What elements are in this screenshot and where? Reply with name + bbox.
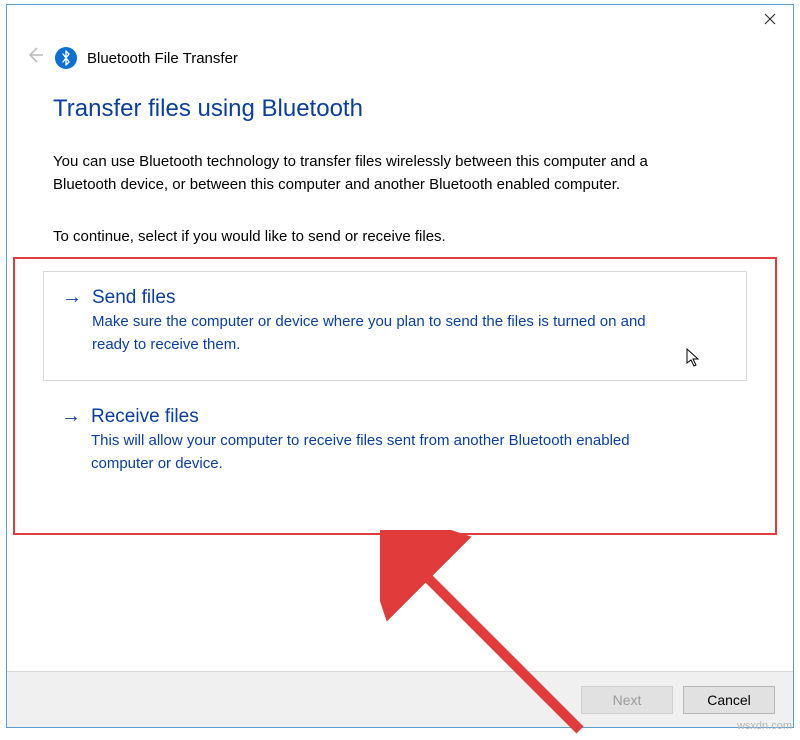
receive-files-desc: This will allow your computer to receive… <box>91 430 671 475</box>
titlebar <box>7 5 793 39</box>
footer-bar: Next Cancel <box>7 671 793 727</box>
options-highlight: → Send files Make sure the computer or d… <box>13 257 777 535</box>
bluetooth-icon <box>55 47 77 69</box>
dialog-window: Bluetooth File Transfer Transfer files u… <box>6 4 794 728</box>
back-arrow-icon <box>25 45 45 65</box>
intro-text: You can use Bluetooth technology to tran… <box>53 151 713 196</box>
cancel-button[interactable]: Cancel <box>683 686 775 714</box>
send-files-option[interactable]: → Send files Make sure the computer or d… <box>43 271 747 381</box>
cursor-icon <box>686 348 702 372</box>
app-title: Bluetooth File Transfer <box>87 50 238 67</box>
send-files-desc: Make sure the computer or device where y… <box>92 311 672 356</box>
watermark: wsxdn.com <box>737 720 792 732</box>
arrow-right-icon: → <box>62 286 82 309</box>
receive-files-title: Receive files <box>91 406 199 428</box>
next-button: Next <box>581 686 673 714</box>
content-area: Transfer files using Bluetooth You can u… <box>7 71 793 535</box>
send-files-title: Send files <box>92 287 175 309</box>
close-icon <box>764 13 776 25</box>
receive-files-option[interactable]: → Receive files This will allow your com… <box>43 391 747 501</box>
back-button <box>25 45 45 71</box>
continue-prompt: To continue, select if you would like to… <box>53 228 747 245</box>
close-button[interactable] <box>747 5 793 33</box>
page-heading: Transfer files using Bluetooth <box>53 95 747 123</box>
arrow-right-icon: → <box>61 405 81 428</box>
header-row: Bluetooth File Transfer <box>7 39 793 71</box>
